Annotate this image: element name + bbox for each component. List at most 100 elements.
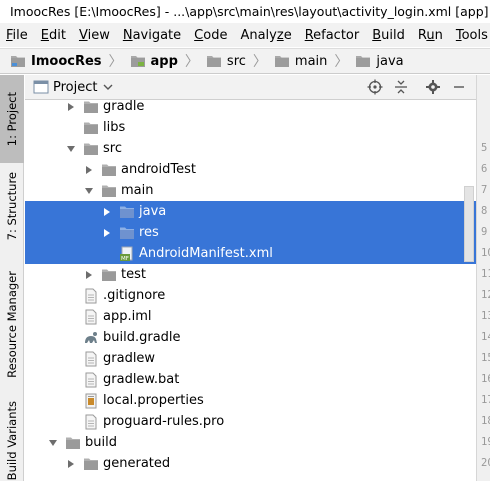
file-icon [83,414,99,430]
tab-resource-manager[interactable]: Resource Manager [0,265,24,383]
line-number: 18 [481,415,490,427]
tree-row[interactable]: proguard-rules.pro [25,411,476,432]
folder-icon [101,162,117,178]
tab-build-variants[interactable]: Build Variants [0,401,24,481]
tree-row[interactable]: MF AndroidManifest.xml [25,243,476,264]
properties-file-icon [83,393,99,409]
line-number: 20 [481,457,490,469]
minimize-icon[interactable] [451,79,467,95]
tree-row[interactable]: androidTest [25,159,476,180]
line-number: 7 [481,184,488,196]
tree-row[interactable]: generated [25,453,476,474]
collapse-arrow-icon[interactable] [47,437,59,449]
menu-item[interactable]: Build [372,28,405,43]
file-icon [83,288,99,304]
tree-row-label: androidTest [121,162,196,177]
breadcrumb-item-src[interactable]: src [206,54,246,69]
menu-item[interactable]: Run [418,28,443,43]
tree-row[interactable]: res [25,222,476,243]
menu-item[interactable]: View [79,28,110,43]
tree-row-label: proguard-rules.pro [103,414,225,429]
tree-row[interactable]: app.iml [25,306,476,327]
tree-row[interactable]: src [25,138,476,159]
tree-row[interactable]: libs [25,117,476,138]
expand-arrow-icon[interactable] [83,269,95,281]
collapse-arrow-icon[interactable] [65,143,77,155]
folder-icon [83,141,99,157]
line-number: 11 [481,268,490,280]
collapse-arrow-icon[interactable] [83,185,95,197]
folder-icon [101,267,117,283]
tree-row[interactable]: java [25,201,476,222]
editor-gutter: 5 6 7 8 9 10 11 12 13 14 15 16 17 18 19 20 [476,75,490,481]
menu-bar: File Edit View Navigate Code Analyze Refactor B… [0,23,490,47]
tree-row-label: AndroidManifest.xml [139,246,273,261]
tree-row[interactable]: gradlew.bat [25,369,476,390]
folder-icon [101,183,117,199]
breadcrumb-separator: 〉 [108,54,123,70]
gear-icon[interactable] [425,79,441,95]
gradle-icon [83,330,99,346]
project-view-selector[interactable]: Project [53,80,97,95]
folder-icon [119,225,135,241]
tree-row[interactable]: test [25,264,476,285]
tree-row[interactable]: main [25,180,476,201]
breadcrumb-item-app[interactable]: app [130,54,178,69]
tree-row-label: gradle [103,99,145,114]
expand-arrow-icon[interactable] [101,227,113,239]
source-folder-icon [356,56,371,67]
folder-icon [65,435,81,451]
module-folder-icon [130,56,145,67]
menu-item[interactable]: Edit [41,28,66,43]
folder-icon [206,56,221,67]
tree-row[interactable]: build.gradle [25,327,476,348]
expand-arrow-icon[interactable] [65,101,77,113]
collapse-all-icon[interactable] [393,79,409,95]
breadcrumb-item-main[interactable]: main [274,54,327,69]
line-number: 10 [481,247,490,259]
line-number: 17 [481,394,490,406]
menu-item[interactable]: File [6,28,28,43]
tab-project[interactable]: 1: Project [0,75,24,163]
tree-scrollbar-thumb[interactable] [464,186,474,262]
breadcrumb-item-project[interactable]: ImoocRes [10,54,102,69]
chevron-down-icon[interactable] [103,83,113,91]
line-number: 12 [481,289,490,301]
menu-item[interactable]: Refactor [305,28,360,43]
tab-structure[interactable]: 7: Structure [0,167,24,245]
project-view-icon [33,80,49,94]
menu-item[interactable]: Code [194,28,227,43]
tree-row[interactable]: .gitignore [25,285,476,306]
tree-row[interactable]: local.properties [25,390,476,411]
project-tree: gradle libs src androidTest main java res MF And… [25,96,476,481]
manifest-file-icon: MF [119,246,135,262]
tree-row-label: test [121,267,146,282]
line-number: 14 [481,331,490,343]
tree-row-label: generated [103,456,171,471]
tree-row[interactable]: build [25,432,476,453]
menu-item[interactable]: Navigate [123,28,181,43]
tree-row-label: build.gradle [103,330,181,345]
tree-row-label: res [139,225,159,240]
window-title: ImoocRes [E:\ImoocRes] - ...\app\src\mai… [10,3,490,19]
locate-icon[interactable] [367,79,383,95]
folder-icon [119,204,135,220]
expand-arrow-icon[interactable] [101,206,113,218]
expand-arrow-icon[interactable] [65,458,77,470]
menu-item[interactable]: Tools [456,28,488,43]
tree-row[interactable]: gradle [25,96,476,117]
line-number: 8 [481,205,488,217]
breadcrumb-separator: 〉 [334,54,349,70]
line-number: 5 [481,142,488,154]
menu-item[interactable]: Analyze [240,28,291,43]
breadcrumb-item-java[interactable]: java [355,54,404,69]
line-number: 13 [481,310,490,322]
tree-row-label: main [121,183,154,198]
tree-row[interactable]: gradlew [25,348,476,369]
folder-icon [83,120,99,136]
expand-arrow-icon[interactable] [83,164,95,176]
